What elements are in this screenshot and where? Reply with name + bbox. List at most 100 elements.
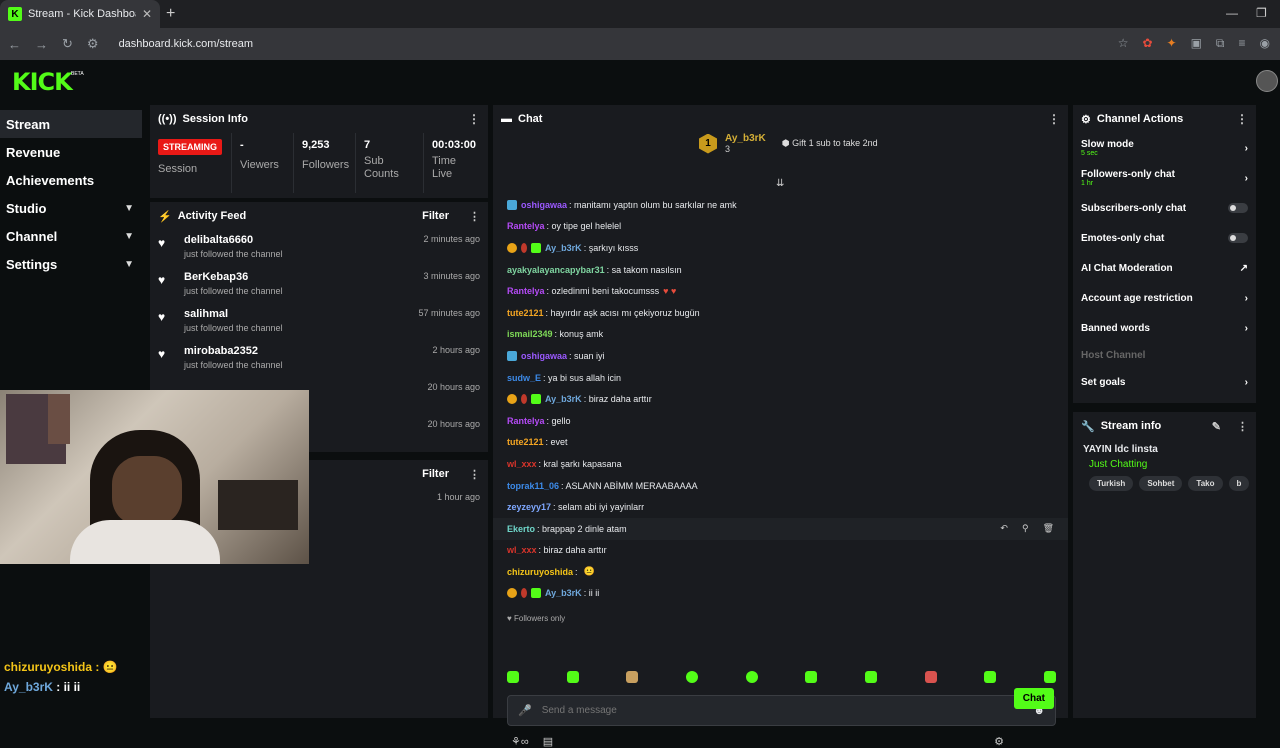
- overlay-username: chizuruyoshida: [4, 660, 93, 674]
- reload-icon[interactable]: ↻: [62, 36, 73, 52]
- browser-tabbar: K Stream - Kick Dashboard ✕ + — ❐: [0, 0, 1280, 28]
- chat-username[interactable]: sudw_E: [507, 373, 541, 383]
- more-options-icon[interactable]: ⋮: [469, 468, 480, 481]
- chat-text: : ii ii: [583, 588, 600, 599]
- settings-gear-icon[interactable]: ⚙: [994, 735, 1004, 748]
- edit-pencil-icon[interactable]: ✎: [1212, 420, 1221, 433]
- profile-icon[interactable]: ◉: [1260, 36, 1270, 51]
- emote-icon[interactable]: [745, 671, 758, 683]
- more-options-icon[interactable]: ⋮: [1048, 112, 1060, 126]
- emote-icon[interactable]: [566, 671, 579, 683]
- extension-icon[interactable]: ✦: [1167, 36, 1177, 51]
- filter-button[interactable]: Filter: [422, 210, 449, 222]
- store-icon[interactable]: ▤: [543, 735, 553, 748]
- microphone-icon[interactable]: 🎤: [518, 704, 532, 717]
- more-options-icon[interactable]: ⋮: [1237, 420, 1248, 433]
- emote-icon[interactable]: [984, 671, 997, 683]
- chat-username[interactable]: ayakyalayancapybar31: [507, 265, 605, 275]
- send-chat-button[interactable]: Chat: [1013, 688, 1054, 709]
- sidebar-item-stream[interactable]: Stream: [0, 110, 142, 138]
- emotes-only-toggle[interactable]: [1228, 233, 1248, 243]
- reply-icon[interactable]: ↶: [1000, 523, 1008, 534]
- action-banned-words[interactable]: Banned words ›: [1073, 313, 1256, 343]
- furniture: [218, 480, 298, 530]
- bookmark-star-icon[interactable]: ☆: [1118, 36, 1129, 51]
- chat-username[interactable]: oshigawaa: [521, 200, 567, 210]
- emote-icon[interactable]: [924, 671, 937, 683]
- action-age-restriction[interactable]: Account age restriction ›: [1073, 283, 1256, 313]
- chat-username[interactable]: Ay_b3rK: [545, 243, 582, 253]
- lightning-icon: ⚡: [158, 210, 172, 223]
- follower-name[interactable]: delibalta6660: [184, 234, 283, 246]
- emote-icon[interactable]: [805, 671, 818, 683]
- close-tab-icon[interactable]: ✕: [142, 7, 152, 21]
- chat-username[interactable]: tute2121: [507, 308, 544, 318]
- follower-name[interactable]: BerKebap36: [184, 271, 283, 283]
- chat-input[interactable]: [541, 705, 1024, 716]
- chat-text: : şarkıyı kısss: [583, 242, 639, 253]
- minimize-icon[interactable]: —: [1226, 6, 1238, 20]
- chat-username[interactable]: tute2121: [507, 437, 544, 447]
- emote-icon[interactable]: [1043, 671, 1056, 683]
- subs-only-toggle[interactable]: [1228, 203, 1248, 213]
- sidebar-item-channel[interactable]: Channel ▼: [0, 222, 142, 250]
- forward-icon[interactable]: →: [35, 37, 48, 52]
- emote-icon[interactable]: [685, 671, 698, 683]
- puzzle-icon[interactable]: ⧉: [1216, 36, 1225, 51]
- trash-icon[interactable]: 🗑: [1043, 523, 1054, 534]
- chat-username[interactable]: Ay_b3rK: [545, 394, 582, 404]
- chat-username[interactable]: Rantelya: [507, 416, 545, 426]
- chat-username[interactable]: wl_xxx: [507, 459, 537, 469]
- chat-username[interactable]: zeyzeyy17: [507, 502, 551, 512]
- browser-tab[interactable]: K Stream - Kick Dashboard ✕: [0, 0, 160, 28]
- emote-icon[interactable]: [864, 671, 877, 683]
- action-followers-only[interactable]: Followers-only chat 1 hr ›: [1073, 163, 1256, 193]
- list-item: ♥ mirobaba2352 just followed the channel …: [150, 341, 488, 378]
- user-avatar[interactable]: [1256, 70, 1278, 92]
- action-slow-mode[interactable]: Slow mode 5 sec ›: [1073, 133, 1256, 163]
- follower-name[interactable]: salihmal: [184, 308, 283, 320]
- chat-username[interactable]: oshigawaa: [521, 351, 567, 361]
- extension-icon[interactable]: ▣: [1191, 36, 1202, 51]
- broadcast-icon: ((•)): [158, 113, 177, 125]
- more-options-icon[interactable]: ⋮: [1236, 112, 1248, 126]
- chat-username[interactable]: Rantelya: [507, 221, 545, 231]
- filter-button[interactable]: Filter: [422, 468, 449, 480]
- sidebar-item-studio[interactable]: Studio ▼: [0, 194, 142, 222]
- action-ai-moderation[interactable]: AI Chat Moderation ↗: [1073, 253, 1256, 283]
- pin-icon[interactable]: ⚲: [1022, 523, 1029, 534]
- top-gifter-name[interactable]: Ay_b3rK: [725, 133, 766, 144]
- url-field[interactable]: dashboard.kick.com/stream: [119, 38, 254, 50]
- maximize-icon[interactable]: ❐: [1256, 6, 1267, 20]
- chevron-down-icon: ▼: [124, 202, 134, 214]
- sidebar-item-revenue[interactable]: Revenue: [0, 138, 142, 166]
- follower-name[interactable]: mirobaba2352: [184, 345, 283, 357]
- category-name[interactable]: Just Chatting: [1089, 459, 1249, 470]
- emote-icon[interactable]: [507, 671, 519, 683]
- chat-username[interactable]: toprak11_06: [507, 481, 559, 491]
- new-tab-icon[interactable]: +: [166, 5, 175, 23]
- chat-username[interactable]: wl_xxx: [507, 545, 537, 555]
- sidebar-item-achievements[interactable]: Achievements: [0, 166, 142, 194]
- chat-username[interactable]: chizuruyoshida: [507, 567, 573, 577]
- back-icon[interactable]: ←: [8, 37, 21, 52]
- gift-button[interactable]: ⬢ Gift 1 sub to take 2nd: [782, 138, 878, 149]
- more-options-icon[interactable]: ⋮: [469, 210, 480, 223]
- panel-title: Stream info: [1100, 420, 1162, 432]
- chat-message: oshigawaa: suan iyi: [493, 345, 1068, 367]
- sidebar-item-settings[interactable]: Settings ▼: [0, 250, 142, 278]
- points-icon[interactable]: ⚘∞: [511, 735, 529, 748]
- action-set-goals[interactable]: Set goals ›: [1073, 367, 1256, 397]
- menu-icon[interactable]: ≡: [1239, 36, 1246, 51]
- extension-icon[interactable]: ✿: [1142, 36, 1152, 51]
- emote-icon[interactable]: [626, 671, 639, 683]
- scroll-down-icon[interactable]: ⇊: [776, 178, 784, 189]
- chat-message: zeyzeyy17: selam abi iyi yayinlarr: [493, 496, 1068, 518]
- chat-username[interactable]: Rantelya: [507, 286, 545, 296]
- chat-username[interactable]: Ekerto: [507, 524, 535, 534]
- kick-logo[interactable]: KICK: [12, 68, 73, 96]
- site-info-icon[interactable]: ⚙: [87, 36, 99, 52]
- more-options-icon[interactable]: ⋮: [468, 112, 480, 126]
- chat-username[interactable]: Ay_b3rK: [545, 588, 582, 598]
- chat-username[interactable]: ismail2349: [507, 329, 553, 339]
